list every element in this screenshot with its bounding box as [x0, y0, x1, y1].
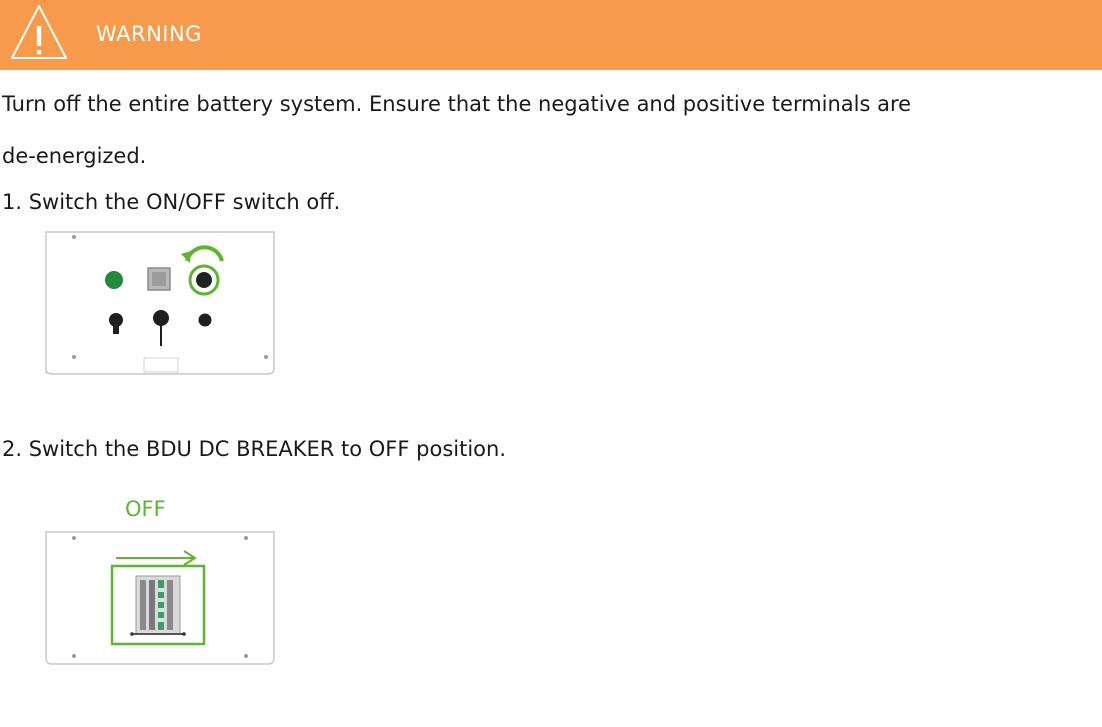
warning-triangle-icon — [11, 5, 67, 59]
breaker-switch-icon — [130, 575, 186, 636]
screw-icon — [72, 235, 76, 239]
instruction-paragraph-line1: Turn off the entire battery system. Ensu… — [2, 92, 912, 116]
on-off-knob-icon — [196, 272, 212, 288]
status-led-icon — [105, 271, 123, 289]
terminal-icon — [153, 310, 169, 326]
screw-icon — [244, 536, 248, 540]
screw-icon — [72, 654, 76, 658]
off-callout: OFF — [125, 497, 166, 521]
terminal-icon — [109, 313, 123, 327]
step-1-label: 1. Switch the ON/OFF switch off. — [2, 190, 341, 214]
warning-banner: WARNING — [0, 0, 1102, 70]
screw-icon — [72, 536, 76, 540]
instruction-paragraph-line2: de-energized. — [2, 144, 147, 168]
screw-icon — [264, 355, 268, 359]
screw-icon — [72, 355, 76, 359]
bdu-breaker-figure — [45, 531, 275, 665]
battery-panel-switch-figure — [45, 231, 275, 375]
terminal-icon — [198, 313, 212, 327]
step-2-label: 2. Switch the BDU DC BREAKER to OFF posi… — [2, 437, 506, 461]
screw-icon — [244, 654, 248, 658]
warning-title: WARNING — [96, 22, 202, 46]
